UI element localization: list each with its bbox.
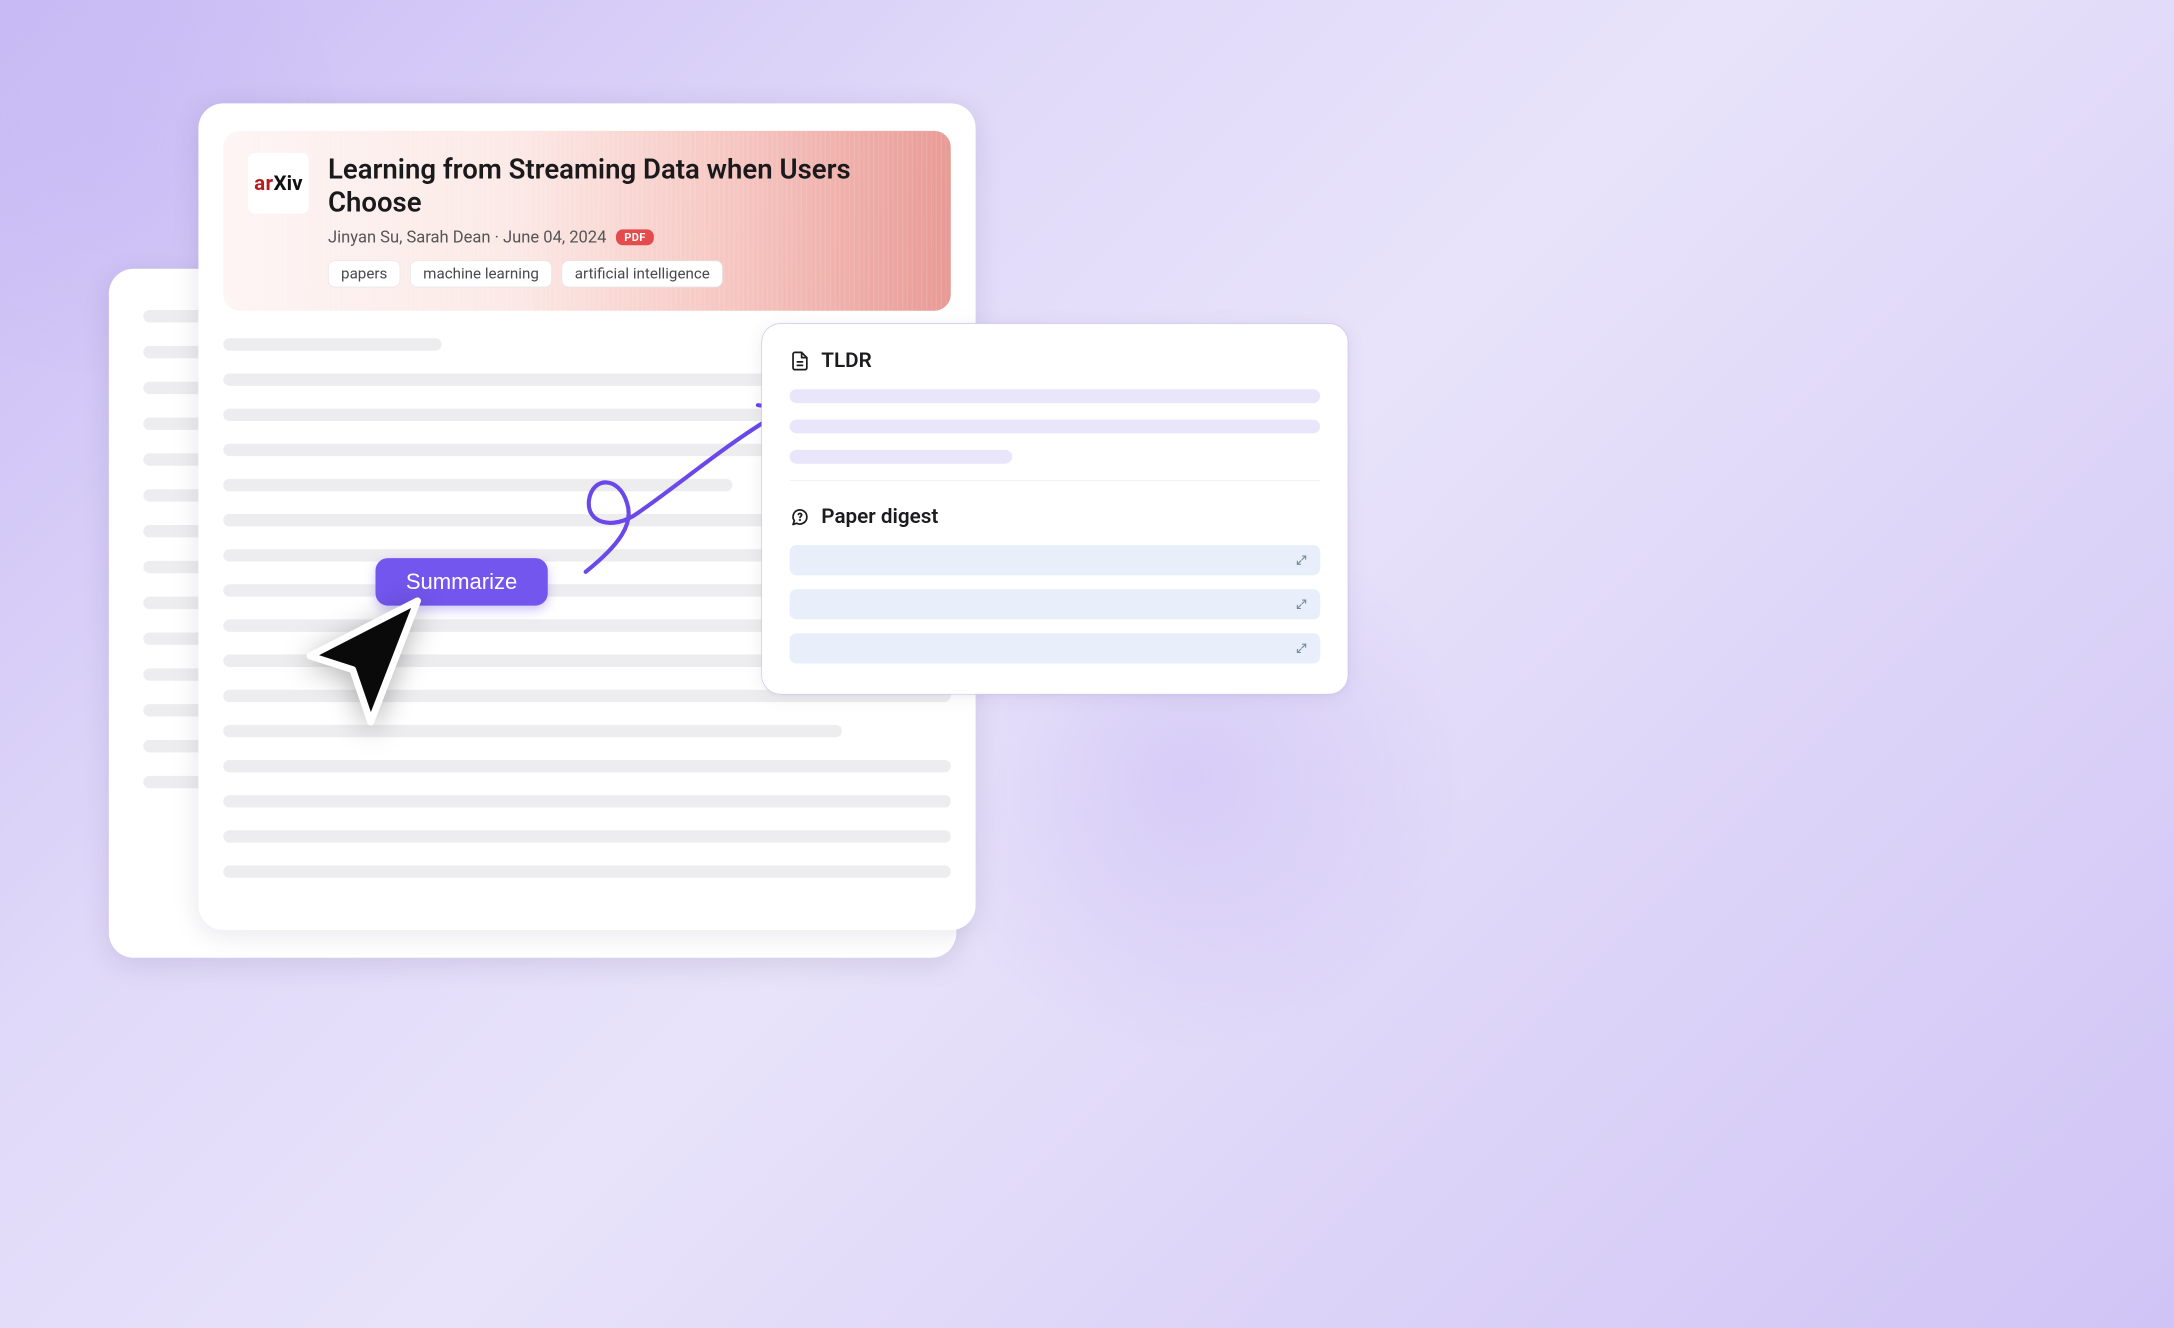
tag-list: papers machine learning artificial intel… <box>328 260 926 287</box>
skeleton-line <box>223 795 951 807</box>
tag-chip[interactable]: machine learning <box>410 260 552 287</box>
arxiv-logo-prefix: ar <box>254 171 273 195</box>
skeleton-line <box>223 479 732 491</box>
skeleton-line <box>223 760 951 772</box>
skeleton-line <box>223 865 951 877</box>
skeleton-line <box>790 450 1013 464</box>
paper-authors-date: Jinyan Su, Sarah Dean · June 04, 2024 <box>328 227 606 246</box>
format-badge: PDF <box>616 229 654 245</box>
tag-chip[interactable]: papers <box>328 260 400 287</box>
paper-meta: Learning from Streaming Data when Users … <box>328 153 926 287</box>
stage: arXiv Learning from Streaming Data when … <box>0 0 1498 915</box>
digest-list <box>790 545 1321 664</box>
digest-section-head: Paper digest <box>790 504 1321 528</box>
tldr-section-head: TLDR <box>790 349 1321 373</box>
tldr-heading: TLDR <box>821 349 871 373</box>
skeleton-line <box>790 420 1321 434</box>
digest-item[interactable] <box>790 589 1321 619</box>
head-question-icon <box>790 506 811 527</box>
paper-title: Learning from Streaming Data when Users … <box>328 153 926 219</box>
arxiv-logo-suffix: Xiv <box>273 171 302 195</box>
document-icon <box>790 350 811 371</box>
tldr-placeholder <box>790 389 1321 463</box>
skeleton-line <box>223 830 951 842</box>
expand-icon <box>1295 642 1307 654</box>
skeleton-line <box>223 725 841 737</box>
arxiv-logo: arXiv <box>248 153 309 214</box>
divider <box>790 480 1321 481</box>
summary-panel: TLDR Paper digest <box>761 323 1348 694</box>
expand-icon <box>1295 554 1307 566</box>
paper-header: arXiv Learning from Streaming Data when … <box>223 131 951 311</box>
summarize-button[interactable]: Summarize <box>376 558 548 606</box>
digest-item[interactable] <box>790 633 1321 663</box>
paper-subline: Jinyan Su, Sarah Dean · June 04, 2024 PD… <box>328 227 926 246</box>
digest-heading: Paper digest <box>821 504 938 528</box>
tag-chip[interactable]: artificial intelligence <box>562 260 723 287</box>
skeleton-line <box>790 389 1321 403</box>
expand-icon <box>1295 598 1307 610</box>
skeleton-line <box>223 338 441 350</box>
digest-item[interactable] <box>790 545 1321 575</box>
